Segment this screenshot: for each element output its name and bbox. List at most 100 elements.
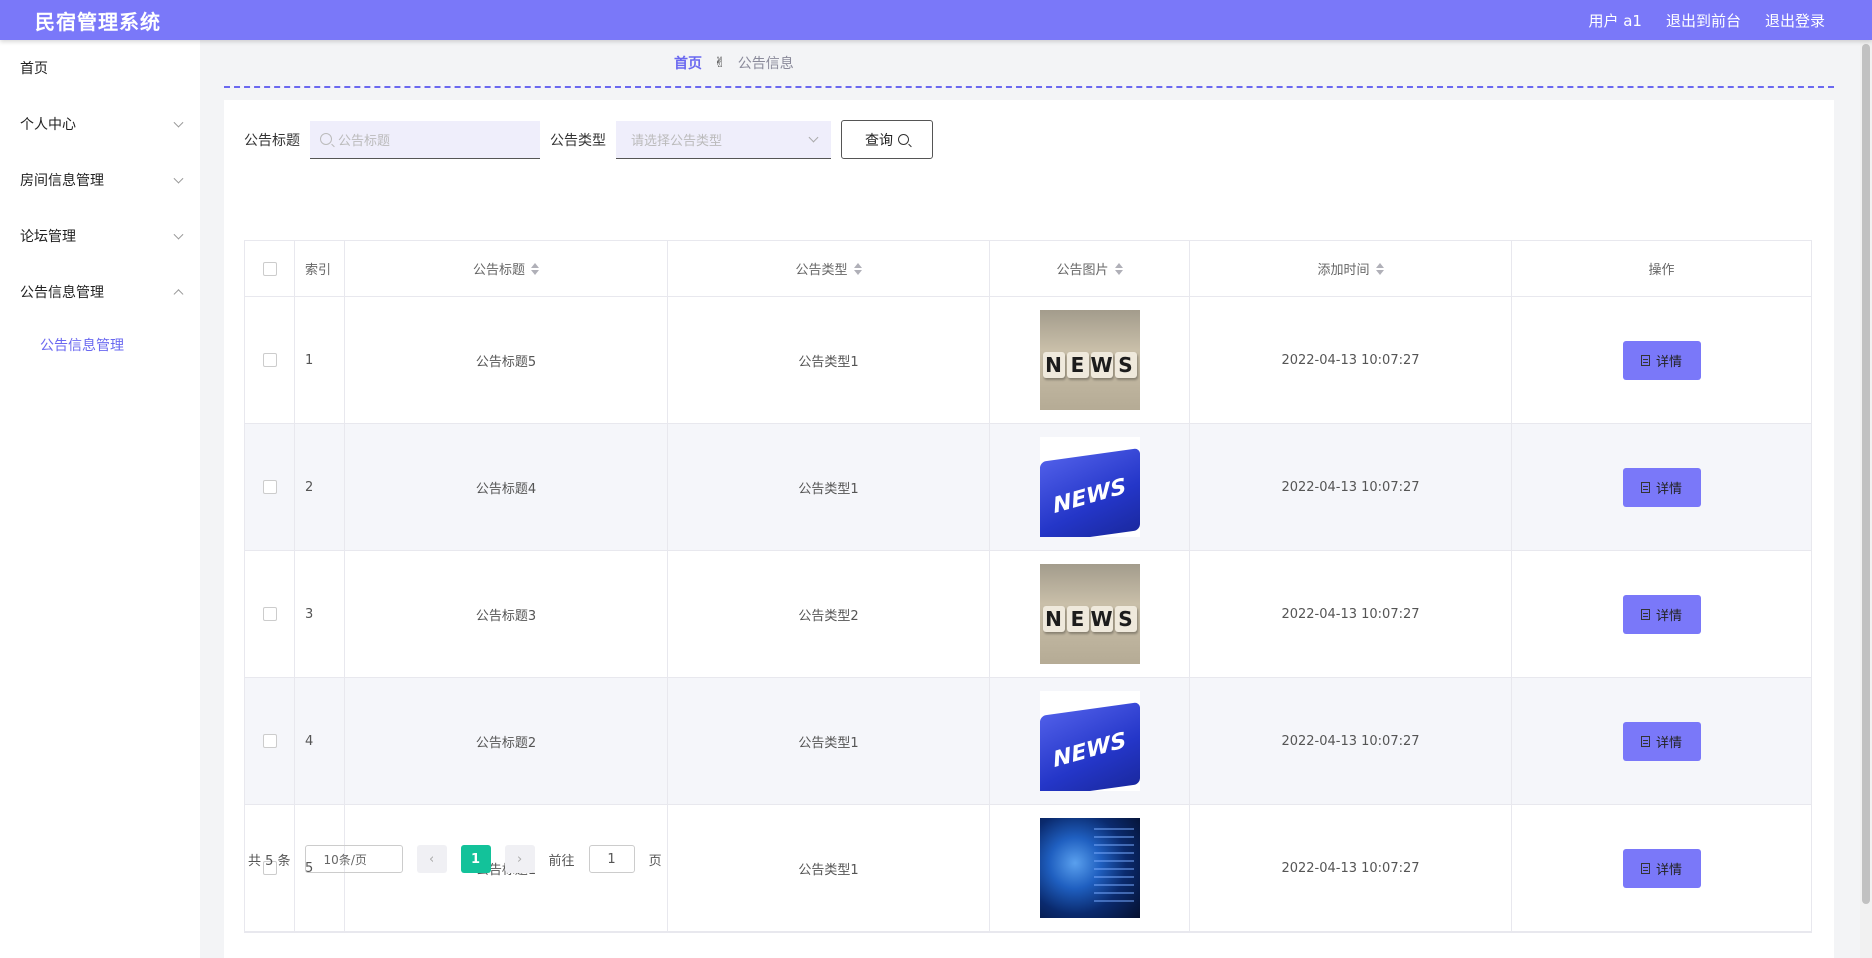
column-header-label: 公告图片 (1056, 263, 1109, 278)
breadcrumb-home[interactable]: 首页 (674, 53, 702, 73)
column-header-label: 公告标题 (472, 263, 525, 278)
main-content: 首页 ✌ 公告信息 公告标题 公告标题 公告类型 请选择公告类型 查询 索引 公… (224, 40, 1834, 958)
type-select[interactable]: 请选择公告类型 (616, 120, 831, 159)
type-filter-label: 公告类型 (550, 132, 606, 149)
exit-to-front-link[interactable]: 退出到前台 (1666, 10, 1741, 31)
news-dice-image[interactable]: NEWS (1039, 564, 1140, 664)
column-header-actions: 操作 (1648, 263, 1675, 278)
title-search-input[interactable]: 公告标题 (310, 120, 540, 159)
detail-button[interactable]: 详情 (1622, 848, 1701, 888)
row-checkbox[interactable] (262, 480, 277, 494)
search-bar: 公告标题 公告标题 公告类型 请选择公告类型 查询 (244, 120, 933, 159)
prev-page-button[interactable]: ‹ (416, 845, 447, 873)
sort-icon[interactable] (1114, 262, 1123, 275)
top-bar: 民宿管理系统 用户 a1 退出到前台 退出登录 (0, 0, 1872, 40)
pagination: 共 5 条 10条/页 ‹ 1 › 前往 1 页 (248, 845, 662, 873)
row-title: 公告标题4 (345, 424, 668, 550)
next-page-button[interactable]: › (504, 845, 535, 873)
row-title: 公告标题3 (345, 551, 668, 677)
sidebar-item-label: 房间信息管理 (20, 173, 104, 189)
document-icon (1640, 608, 1650, 620)
vertical-scrollbar[interactable] (1860, 40, 1872, 958)
detail-button[interactable]: 详情 (1622, 340, 1701, 380)
sort-icon[interactable] (853, 262, 862, 275)
detail-button[interactable]: 详情 (1622, 721, 1701, 761)
logout-link[interactable]: 退出登录 (1765, 10, 1825, 31)
row-title: 公告标题2 (345, 678, 668, 804)
scrollbar-thumb[interactable] (1862, 44, 1870, 904)
row-checkbox[interactable] (262, 353, 277, 367)
chevron-down-icon (173, 173, 184, 184)
row-index: 3 (295, 551, 345, 677)
detail-button-label: 详情 (1655, 354, 1682, 370)
sort-icon[interactable] (531, 262, 539, 275)
detail-button[interactable]: 详情 (1622, 594, 1701, 634)
breadcrumb: 首页 ✌ 公告信息 (224, 40, 1834, 88)
sidebar-item-forum-management[interactable]: 论坛管理 (0, 208, 200, 264)
column-header-label: 添加时间 (1317, 263, 1370, 278)
sidebar-item-label: 公告信息管理 (20, 285, 104, 301)
sidebar-item-label: 首页 (20, 61, 48, 77)
sidebar-subitem-notice-management[interactable]: 公告信息管理 (0, 320, 200, 370)
row-time: 2022-04-13 10:07:27 (1190, 805, 1512, 931)
news-key-image[interactable]: NEWS (1039, 437, 1140, 537)
row-time: 2022-04-13 10:07:27 (1190, 424, 1512, 550)
breadcrumb-separator-icon: ✌ (714, 55, 726, 71)
column-header-label: 公告类型 (795, 263, 848, 278)
row-time: 2022-04-13 10:07:27 (1190, 297, 1512, 423)
table-row: 1 公告标题5 公告类型1 NEWS 2022-04-13 10:07:27 详… (245, 297, 1811, 424)
page-jump-input[interactable]: 1 (588, 845, 635, 873)
notice-table: 索引 公告标题 公告类型 公告图片 添加时间 操作 1 公告标题5 公告类型1 … (244, 240, 1812, 933)
row-checkbox[interactable] (262, 607, 277, 621)
query-button-label: 查询 (865, 132, 893, 149)
row-time: 2022-04-13 10:07:27 (1190, 678, 1512, 804)
row-index: 1 (295, 297, 345, 423)
search-icon (320, 133, 332, 145)
chevron-down-icon (173, 229, 184, 240)
globe-image[interactable] (1039, 818, 1140, 918)
sidebar-item-label: 个人中心 (20, 117, 76, 133)
chevron-down-icon (808, 132, 819, 142)
select-all-checkbox[interactable] (262, 261, 277, 276)
row-type: 公告类型1 (668, 297, 990, 423)
detail-button-label: 详情 (1655, 735, 1682, 751)
row-checkbox[interactable] (262, 734, 277, 748)
sidebar-item-home[interactable]: 首页 (0, 40, 200, 96)
column-header-type[interactable]: 公告类型 (668, 241, 990, 296)
page-size-select[interactable]: 10条/页 (304, 845, 403, 873)
news-key-image[interactable]: NEWS (1039, 691, 1140, 791)
table-header: 索引 公告标题 公告类型 公告图片 添加时间 操作 (245, 241, 1811, 297)
column-header-time[interactable]: 添加时间 (1190, 241, 1512, 296)
pagination-total: 共 5 条 (248, 853, 291, 869)
sidebar: 首页 个人中心 房间信息管理 论坛管理 公告信息管理 公告信息管理 (0, 40, 200, 958)
sidebar-item-room-management[interactable]: 房间信息管理 (0, 152, 200, 208)
query-button[interactable]: 查询 (841, 120, 933, 159)
document-icon (1640, 481, 1650, 493)
sidebar-item-personal-center[interactable]: 个人中心 (0, 96, 200, 152)
news-dice-image[interactable]: NEWS (1039, 310, 1140, 410)
breadcrumb-current: 公告信息 (737, 56, 794, 72)
content-panel: 公告标题 公告标题 公告类型 请选择公告类型 查询 索引 公告标题 公告类型 公… (224, 100, 1834, 958)
detail-button-label: 详情 (1655, 608, 1682, 624)
row-type: 公告类型1 (668, 424, 990, 550)
detail-button[interactable]: 详情 (1622, 467, 1701, 507)
sort-icon[interactable] (1375, 262, 1384, 275)
row-index: 2 (295, 424, 345, 550)
detail-button-label: 详情 (1655, 481, 1682, 497)
row-type: 公告类型1 (668, 805, 990, 931)
row-time: 2022-04-13 10:07:27 (1190, 551, 1512, 677)
column-header-title[interactable]: 公告标题 (345, 241, 668, 296)
row-index: 4 (295, 678, 345, 804)
column-header-image[interactable]: 公告图片 (990, 241, 1190, 296)
chevron-down-icon (173, 117, 184, 128)
user-menu[interactable]: 用户 a1 (1588, 10, 1642, 31)
page-unit-label: 页 (648, 853, 662, 869)
header-actions: 用户 a1 退出到前台 退出登录 (1588, 10, 1825, 31)
detail-button-label: 详情 (1655, 862, 1682, 878)
page-number-button[interactable]: 1 (460, 845, 491, 873)
search-icon (898, 134, 909, 145)
sidebar-item-notice-management[interactable]: 公告信息管理 (0, 264, 200, 320)
table-row: 3 公告标题3 公告类型2 NEWS 2022-04-13 10:07:27 详… (245, 551, 1811, 678)
type-select-placeholder: 请选择公告类型 (631, 133, 723, 149)
table-row: 2 公告标题4 公告类型1 NEWS 2022-04-13 10:07:27 详… (245, 424, 1811, 551)
